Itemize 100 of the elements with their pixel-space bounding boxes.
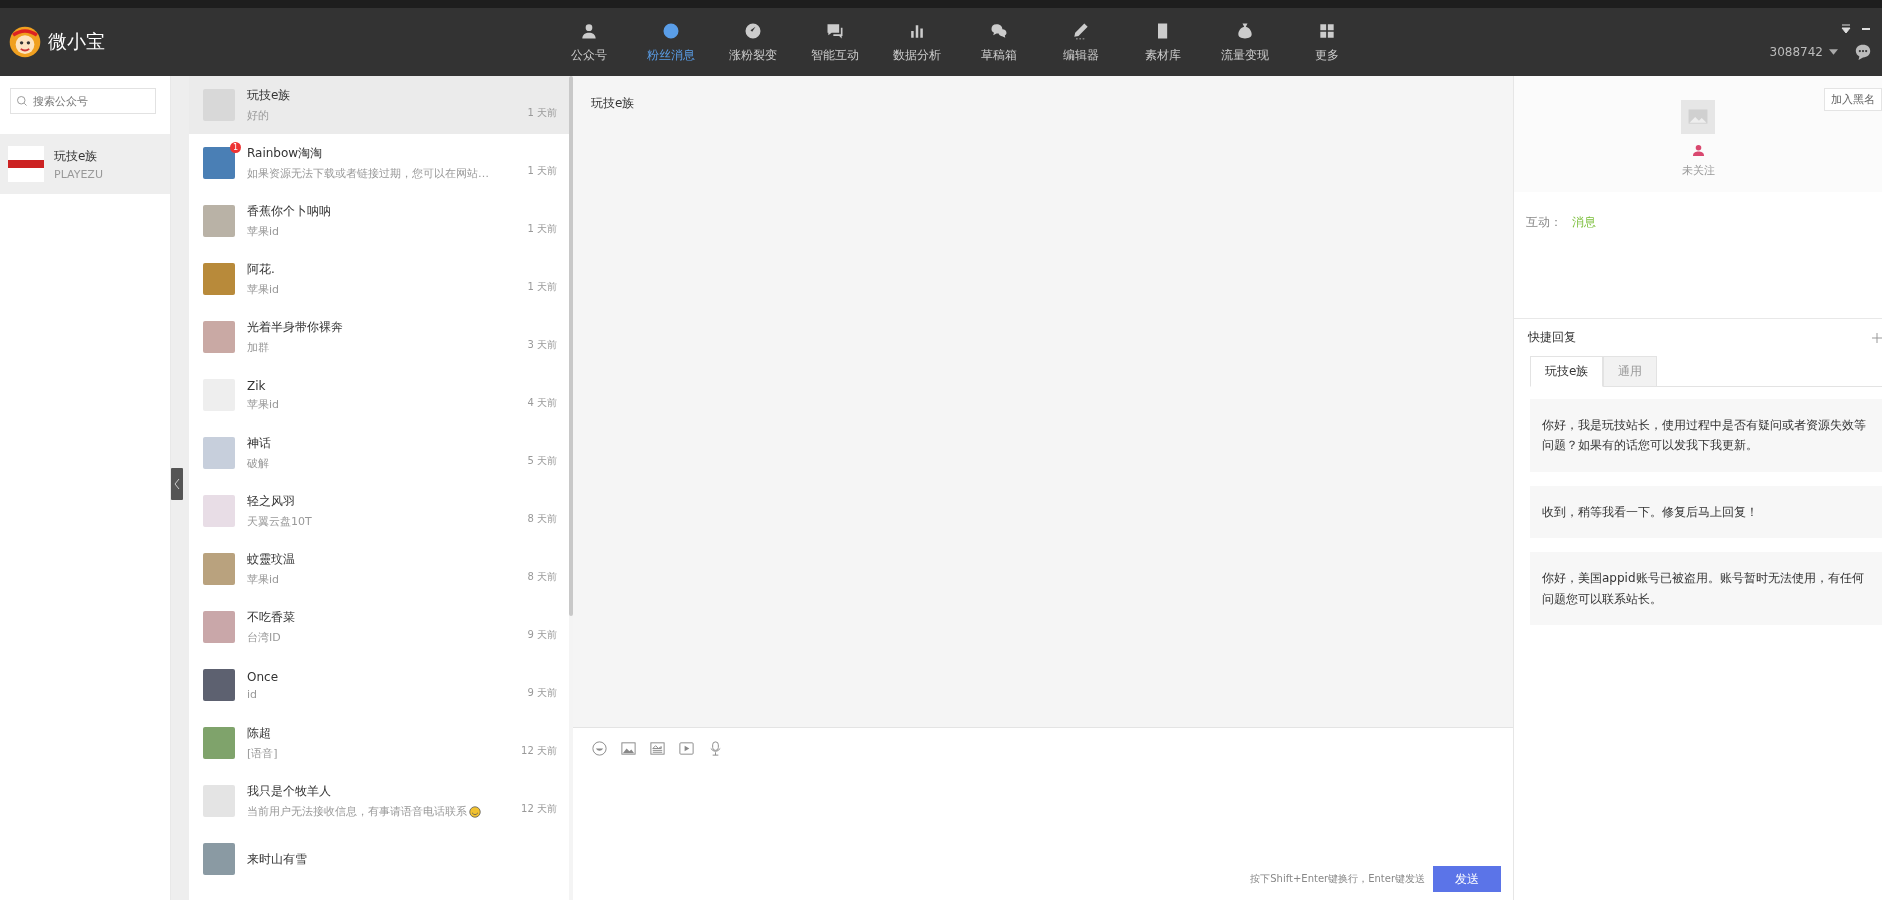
- message-preview: 当前用户无法接收信息，有事请语音电话联系: [247, 804, 467, 819]
- avatar-placeholder: [203, 553, 235, 585]
- account-item[interactable]: 玩技e族 PLAYEZU: [0, 134, 170, 194]
- collapse-handle-icon[interactable]: [171, 468, 183, 500]
- nav-tab[interactable]: 编辑器: [1040, 20, 1122, 64]
- nav-tab[interactable]: 涨粉裂变: [712, 20, 794, 64]
- contact-name: Zik: [247, 378, 267, 393]
- interaction-label: 互动：: [1526, 214, 1562, 231]
- message-time: 1 天前: [527, 106, 557, 120]
- message-time: 9 天前: [527, 686, 557, 700]
- contact-name: 轻之风羽: [247, 493, 296, 510]
- conversation-item[interactable]: 不吃香菜 台湾ID 9 天前: [189, 598, 569, 656]
- contact-name: 玩技e族: [247, 87, 292, 104]
- avatar-placeholder: [203, 205, 235, 237]
- contact-name: 不吃香菜: [247, 609, 296, 626]
- avatar-placeholder: [203, 437, 235, 469]
- conversation-item[interactable]: 1 Rainbow淘淘 如果资源无法下载或者链接过期，您可以在网站… 1 天前: [189, 134, 569, 192]
- message-preview: 加群: [247, 340, 269, 355]
- message-time: 8 天前: [527, 512, 557, 526]
- account-subtitle: PLAYEZU: [54, 167, 103, 181]
- account-logo: [8, 146, 44, 182]
- message-time: 9 天前: [527, 628, 557, 642]
- interaction-value: 消息: [1572, 214, 1596, 231]
- conversation-item[interactable]: 玩技e族 好的 1 天前: [189, 76, 569, 134]
- nav-tab[interactable]: 公众号: [548, 20, 630, 64]
- contact-name: 我只是个牧羊人: [247, 783, 332, 800]
- message-preview: [语音]: [247, 746, 278, 761]
- conversation-item[interactable]: 蚊靈玟温 苹果id 8 天前: [189, 540, 569, 598]
- emoji-icon[interactable]: [591, 740, 608, 757]
- conversation-item[interactable]: 神话 破解 5 天前: [189, 424, 569, 482]
- blacklist-button[interactable]: 加入黑名: [1824, 88, 1882, 111]
- conversation-item[interactable]: 香蕉你个卜呐呐 苹果id 1 天前: [189, 192, 569, 250]
- message-preview: 苹果id: [247, 224, 280, 239]
- conversation-item[interactable]: Once id 9 天前: [189, 656, 569, 714]
- image-placeholder-icon: [1681, 100, 1715, 134]
- dropdown-icon[interactable]: [1840, 23, 1852, 35]
- avatar-placeholder: [203, 727, 235, 759]
- avatar-placeholder: [203, 263, 235, 295]
- quick-reply-item[interactable]: 你好，我是玩技站长，使用过程中是否有疑问或者资源失效等问题？如果有的话您可以发我下我更新。: [1530, 399, 1882, 472]
- message-preview: 好的: [247, 108, 269, 123]
- message-preview: 苹果id: [247, 572, 280, 587]
- message-preview: 苹果id: [247, 396, 280, 412]
- nav-tab[interactable]: 数据分析: [876, 20, 958, 64]
- conversation-item[interactable]: 光着半身带你裸奔 加群 3 天前: [189, 308, 569, 366]
- contact-name: 来时山有雪: [247, 850, 308, 868]
- avatar-placeholder: [203, 321, 235, 353]
- conversation-item[interactable]: 我只是个牧羊人 当前用户无法接收信息，有事请语音电话联系 12 天前: [189, 772, 569, 830]
- nav-tab[interactable]: 更多: [1286, 20, 1368, 64]
- avatar-placeholder: [203, 843, 235, 875]
- conversation-item[interactable]: 轻之风羽 天翼云盘10T 8 天前: [189, 482, 569, 540]
- contact-name: Rainbow淘淘: [247, 145, 324, 162]
- account-id[interactable]: 3088742: [1769, 45, 1823, 59]
- message-preview: id: [247, 687, 258, 701]
- conversation-item[interactable]: 陈超 [语音] 12 天前: [189, 714, 569, 772]
- send-button[interactable]: 发送: [1433, 866, 1501, 892]
- quick-reply-item[interactable]: 收到，稍等我看一下。修复后马上回复！: [1530, 485, 1882, 539]
- message-time: 1 天前: [527, 222, 557, 236]
- nav-tab[interactable]: 素材库: [1122, 20, 1204, 64]
- unread-badge: 1: [230, 142, 241, 153]
- contact-name: 陈超: [247, 725, 272, 742]
- conversation-item[interactable]: 来时山有雪: [189, 830, 569, 888]
- caret-icon[interactable]: [1829, 49, 1838, 55]
- app-name: 微小宝: [48, 29, 105, 54]
- message-preview: 破解: [247, 456, 269, 471]
- quick-reply-item[interactable]: 你好，美国appid账号已被盗用。账号暂时无法使用，有任何问题您可以联系站长。: [1530, 552, 1882, 625]
- quick-reply-title: 快捷回复: [1528, 329, 1576, 346]
- contact-name: 阿花.: [247, 261, 276, 278]
- contact-name: 蚊靈玟温: [247, 551, 296, 568]
- message-preview: 天翼云盘10T: [247, 514, 312, 529]
- message-time: 12 天前: [521, 802, 557, 816]
- image-icon[interactable]: [620, 740, 637, 757]
- video-icon[interactable]: [678, 740, 695, 757]
- account-name: 玩技e族: [54, 147, 99, 165]
- article-icon[interactable]: [649, 740, 666, 757]
- message-time: 4 天前: [527, 396, 557, 410]
- message-time: 5 天前: [527, 454, 557, 468]
- monkey-logo-icon: [8, 25, 42, 59]
- nav-tab[interactable]: 流量变现: [1204, 20, 1286, 64]
- message-time: 1 天前: [527, 164, 557, 178]
- avatar-placeholder: [203, 147, 235, 179]
- contact-name: 香蕉你个卜呐呐: [247, 203, 332, 220]
- nav-tab[interactable]: 智能互动: [794, 20, 876, 64]
- avatar-placeholder: [203, 669, 235, 701]
- message-time: 12 天前: [521, 744, 557, 758]
- contact-name: 光着半身带你裸奔: [247, 319, 344, 336]
- follow-status: 未关注: [1681, 163, 1715, 178]
- conversation-item[interactable]: 阿花. 苹果id 1 天前: [189, 250, 569, 308]
- avatar-placeholder: [203, 495, 235, 527]
- message-time: 1 天前: [527, 280, 557, 294]
- conversation-item[interactable]: Zik 苹果id 4 天前: [189, 366, 569, 424]
- message-time: 8 天前: [527, 570, 557, 584]
- nav-tab[interactable]: 草稿箱: [958, 20, 1040, 64]
- nav-tab[interactable]: 粉丝消息: [630, 20, 712, 64]
- quick-reply-tab[interactable]: 玩技e族: [1530, 356, 1604, 387]
- person-icon: [1691, 144, 1705, 157]
- contact-name: Once: [247, 669, 280, 684]
- message-preview: 苹果id: [247, 282, 280, 297]
- chat-title: 玩技e族: [591, 96, 635, 110]
- search-field[interactable]: 搜索公众号: [10, 88, 156, 114]
- avatar-placeholder: [203, 785, 235, 817]
